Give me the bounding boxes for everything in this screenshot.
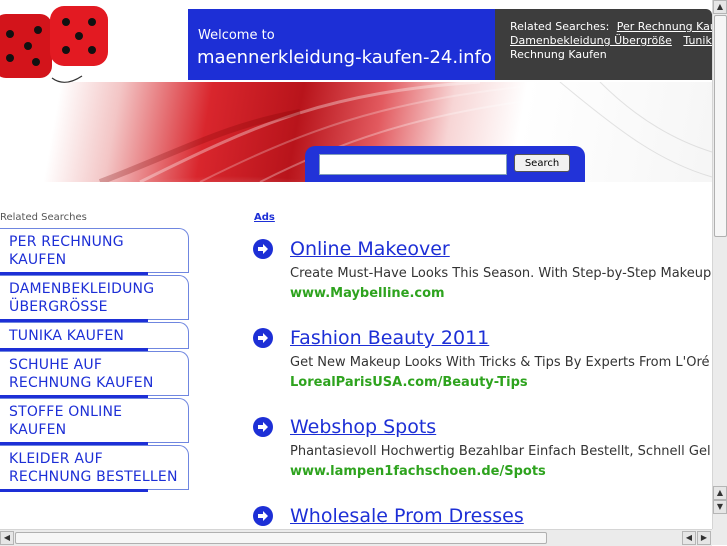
ad-item: Webshop Spots Phantasievoll Hochwertig B… bbox=[253, 416, 713, 478]
ad-description: Create Must-Have Looks This Season. With… bbox=[290, 266, 712, 281]
ad-url[interactable]: www.lampen1fachschoen.de/Spots bbox=[290, 464, 546, 478]
search-input[interactable] bbox=[319, 154, 507, 175]
related-link-damenbekleidung[interactable]: Damenbekleidung Übergröße bbox=[510, 34, 672, 47]
ad-item: Wholesale Prom Dresses bbox=[253, 505, 713, 529]
welcome-box: Welcome to maennerkleidung-kaufen-24.inf… bbox=[188, 9, 495, 80]
scrollbar-corner bbox=[712, 529, 727, 545]
welcome-text: Welcome to bbox=[198, 28, 275, 43]
arrow-right-icon[interactable] bbox=[253, 328, 273, 348]
ad-title[interactable]: Wholesale Prom Dresses bbox=[290, 505, 524, 527]
sidebar-item-tunika[interactable]: TUNIKA KAUFEN bbox=[0, 322, 189, 351]
related-searches-list: PER RECHNUNG KAUFEN DAMENBEKLEIDUNG ÜBER… bbox=[0, 228, 189, 492]
scroll-left-icon[interactable]: ◀ bbox=[0, 531, 14, 545]
sidebar-item-label[interactable]: KLEIDER AUF RECHNUNG BESTELLEN bbox=[0, 446, 188, 489]
ad-item: Online Makeover Create Must-Have Looks T… bbox=[253, 238, 713, 300]
sidebar-item-stoffe[interactable]: STOFFE ONLINE KAUFEN bbox=[0, 398, 189, 445]
related-searches-top: Related Searches: Per Rechnung Kaufen Da… bbox=[495, 9, 712, 80]
site-domain: maennerkleidung-kaufen-24.info bbox=[197, 47, 492, 68]
related-link-per-rechnung[interactable]: Per Rechnung Kaufen bbox=[617, 20, 712, 33]
sidebar-title: Related Searches bbox=[0, 212, 87, 223]
scroll-up-icon[interactable]: ▲ bbox=[713, 486, 727, 500]
sidebar-item-label[interactable]: DAMENBEKLEIDUNG ÜBERGRÖSSE bbox=[0, 276, 188, 319]
sidebar-item-label[interactable]: SCHUHE AUF RECHNUNG KAUFEN bbox=[0, 352, 188, 395]
ads-label[interactable]: Ads bbox=[254, 212, 275, 223]
sidebar-item-per-rechnung[interactable]: PER RECHNUNG KAUFEN bbox=[0, 228, 189, 275]
ad-url[interactable]: LorealParisUSA.com/Beauty-Tips bbox=[290, 375, 528, 389]
scroll-down-icon[interactable]: ▼ bbox=[713, 500, 727, 514]
sidebar-item-damenbekleidung[interactable]: DAMENBEKLEIDUNG ÜBERGRÖSSE bbox=[0, 275, 189, 322]
sidebar-item-label[interactable]: PER RECHNUNG KAUFEN bbox=[0, 229, 188, 272]
ad-item: Fashion Beauty 2011 Get New Makeup Looks… bbox=[253, 327, 713, 389]
arrow-right-icon[interactable] bbox=[253, 239, 273, 259]
fuzzy-dice-logo bbox=[0, 6, 108, 83]
header-banner: Welcome to maennerkleidung-kaufen-24.inf… bbox=[0, 0, 712, 182]
scroll-right-icon[interactable]: ▶ bbox=[697, 531, 711, 545]
ad-url[interactable]: www.Maybelline.com bbox=[290, 286, 445, 300]
sidebar-item-schuhe[interactable]: SCHUHE AUF RECHNUNG KAUFEN bbox=[0, 351, 189, 398]
ad-title[interactable]: Online Makeover bbox=[290, 238, 450, 260]
sidebar-item-kleider[interactable]: KLEIDER AUF RECHNUNG BESTELLEN bbox=[0, 445, 189, 492]
sidebar-item-label[interactable]: STOFFE ONLINE KAUFEN bbox=[0, 399, 188, 442]
horizontal-scroll-thumb[interactable] bbox=[15, 532, 547, 544]
related-link-tunika[interactable]: Tunika Kaufen bbox=[683, 34, 712, 47]
item-underline bbox=[0, 489, 148, 492]
ad-title[interactable]: Webshop Spots bbox=[290, 416, 436, 438]
scroll-up-icon[interactable]: ▲ bbox=[713, 0, 727, 14]
search-button[interactable]: Search bbox=[514, 154, 570, 172]
arrow-right-icon[interactable] bbox=[253, 506, 273, 526]
vertical-scroll-thumb[interactable] bbox=[714, 15, 727, 237]
sidebar-item-label[interactable]: TUNIKA KAUFEN bbox=[0, 323, 188, 348]
related-link-rechnung[interactable]: Rechnung Kaufen bbox=[510, 48, 607, 61]
search-bar: Search bbox=[305, 146, 585, 182]
ad-description: Get New Makeup Looks With Tricks & Tips … bbox=[290, 355, 710, 370]
ad-title[interactable]: Fashion Beauty 2011 bbox=[290, 327, 489, 349]
ad-description: Phantasievoll Hochwertig Bezahlbar Einfa… bbox=[290, 444, 711, 459]
arrow-right-icon[interactable] bbox=[253, 417, 273, 437]
related-searches-label: Related Searches: bbox=[510, 20, 610, 33]
vertical-scrollbar[interactable]: ▲ ▲ ▼ bbox=[712, 0, 727, 529]
horizontal-scrollbar[interactable]: ◀ ◀ ▶ bbox=[0, 529, 712, 546]
scroll-left-icon[interactable]: ◀ bbox=[682, 531, 696, 545]
